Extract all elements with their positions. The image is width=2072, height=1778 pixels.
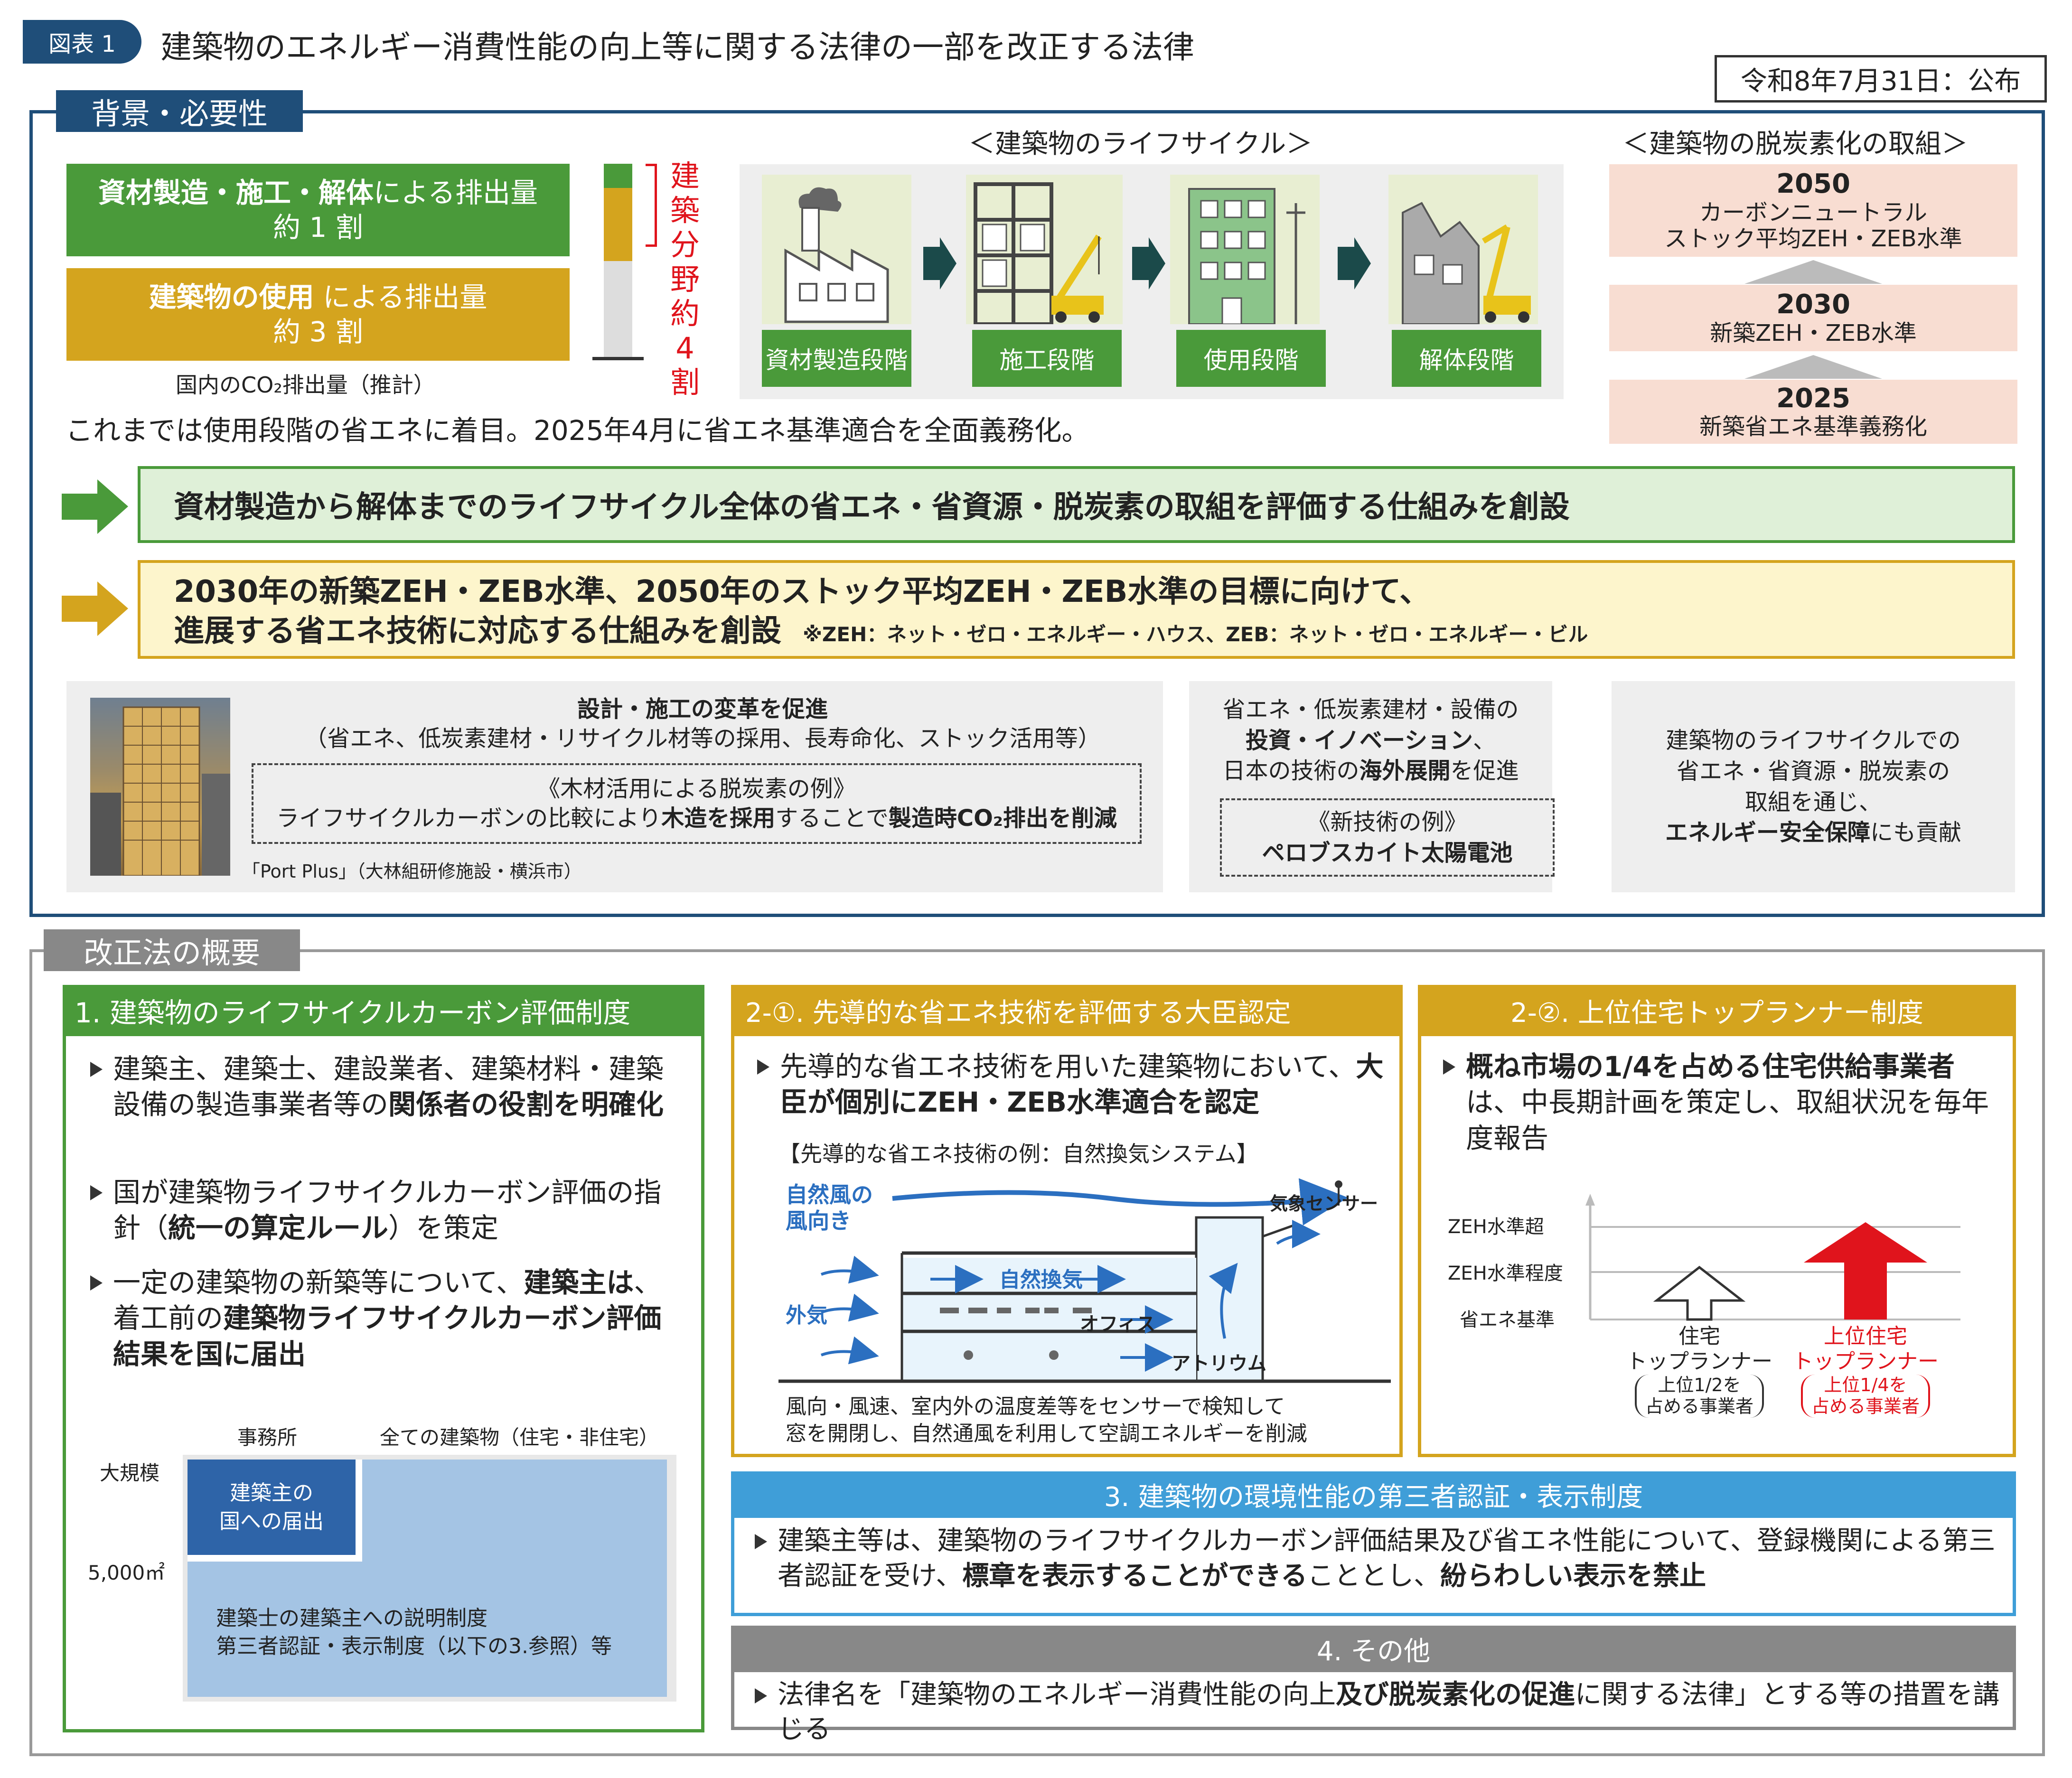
building-photo-icon bbox=[90, 706, 230, 877]
section3-title: 3. 建築物の環境性能の第三者認証・表示制度 bbox=[731, 1471, 2016, 1518]
section21-title: 2-①. 先導的な省エネ技術を評価する大臣認定 bbox=[731, 985, 1403, 1036]
s1-chart-row1: 大規模 bbox=[100, 1461, 160, 1485]
lifecycle-title: ＜建築物のライフサイクル＞ bbox=[968, 129, 1313, 159]
bar-segment-green bbox=[604, 164, 632, 188]
decarb-2025: 2025 新築省エネ基準義務化 bbox=[1609, 380, 2017, 444]
info1-text: 設計・施工の変革を促進 （省エネ、低炭素建材・リサイクル材等の採用、長寿命化、ス… bbox=[304, 695, 1101, 752]
factory-icon bbox=[784, 187, 889, 323]
bar-baseline bbox=[592, 357, 644, 360]
s1-chart-col2: 全ての建築物（住宅・非住宅） bbox=[380, 1426, 659, 1449]
bullet-icon bbox=[757, 1059, 769, 1075]
crane-building-icon bbox=[974, 182, 1104, 326]
new-tech-box: 《新技術の例》 ペロブスカイト太陽電池 bbox=[1220, 798, 1555, 877]
arrow-right-gold-icon bbox=[62, 581, 128, 636]
background-note: これまでは使用段階の省エネに着目。2025年4月に省エネ基準適合を全面義務化。 bbox=[66, 414, 1089, 447]
toprunner-chart bbox=[1585, 1194, 1960, 1321]
office-building-icon bbox=[1188, 188, 1305, 325]
bar-caption: 国内のCO₂排出量（推計） bbox=[176, 372, 435, 398]
page-title: 建築物のエネルギー消費性能の向上等に関する法律の一部を改正する法律 bbox=[160, 29, 1194, 66]
arrow-up-icon bbox=[1744, 355, 1882, 379]
atrium-label: アトリウム bbox=[1172, 1353, 1266, 1375]
decarb-title: ＜建築物の脱炭素化の取組＞ bbox=[1622, 129, 1968, 159]
decarb-2030: 2030 新築ZEH・ZEB水準 bbox=[1609, 285, 2017, 351]
natural-vent-label: 自然換気 bbox=[999, 1268, 1083, 1292]
stage-factory bbox=[762, 175, 911, 324]
demolition-icon bbox=[1402, 202, 1531, 325]
bullet-icon bbox=[755, 1534, 767, 1549]
outside-air-label: 外気 bbox=[786, 1303, 827, 1328]
s1-chart-row2: 5,000㎡ bbox=[88, 1561, 165, 1584]
arrow-right-icon bbox=[1132, 237, 1165, 290]
arrow-right-green-icon bbox=[62, 479, 128, 534]
s21-bullet-1: 先導的な省エネ技術を用いた建築物において、大臣が個別にZEH・ZEB水準適合を認… bbox=[757, 1049, 1388, 1121]
arrow-up-icon bbox=[1744, 260, 1882, 284]
green-callout: 資材製造から解体までのライフサイクル全体の省エネ・省資源・脱炭素の取組を評価する… bbox=[138, 466, 2015, 543]
info3-text: 建築物のライフサイクルでの 省エネ・省資源・脱炭素の 取組を通じ、 エネルギー安… bbox=[1665, 727, 1962, 846]
bar-segment-yellow bbox=[604, 188, 632, 261]
wood-example-box: 《木材活用による脱炭素の例》 ライフサイクルカーボンの比較により木造を採用するこ… bbox=[252, 763, 1142, 844]
stage-use bbox=[1170, 175, 1320, 325]
s22-bullet-1: 概ね市場の1/4を占める住宅供給事業者は、中長期計画を策定し、取組状況を毎年度報… bbox=[1443, 1049, 2003, 1156]
photo-caption: 「Port Plus」（大林組研修施設・横浜市） bbox=[242, 861, 582, 882]
emission-bar bbox=[604, 164, 632, 358]
background-section-label: 背景・必要性 bbox=[56, 90, 303, 132]
section4-title: 4. その他 bbox=[731, 1626, 2016, 1672]
s21-example: 【先導的な省エネ技術の例：自然換気システム】 bbox=[778, 1141, 1258, 1167]
toprunner-label: 住宅 トップランナー 上位1/2を 占める事業者 bbox=[1626, 1324, 1772, 1418]
s1-bullet-3: 一定の建築物の新築等について、建築主は、着工前の建築物ライフサイクルカーボン評価… bbox=[90, 1265, 684, 1372]
bar-bracket bbox=[646, 164, 657, 247]
bullet-icon bbox=[90, 1275, 103, 1291]
decarb-2050: 2050 カーボンニュートラル ストック平均ZEH・ZEB水準 bbox=[1609, 164, 2017, 257]
s1-chart-light-text: 建築士の建築主への説明制度 第三者認証・表示制度（以下の3.参照）等 bbox=[216, 1606, 612, 1659]
bullet-icon bbox=[755, 1688, 767, 1703]
overview-section-label: 改正法の概要 bbox=[44, 929, 300, 971]
emission-box-use: 建築物の使用 による排出量 約 3 割 bbox=[66, 268, 570, 361]
vertical-label: 建築分野約4割 bbox=[670, 159, 700, 400]
stage-label-use: 使用段階 bbox=[1176, 330, 1326, 387]
section1-title: 1. 建築物のライフサイクルカーボン評価制度 bbox=[63, 985, 704, 1036]
sensor-label: 気象センサー bbox=[1270, 1193, 1378, 1214]
s1-bullet-2: 国が建築物ライフサイクルカーボン評価の指針（統一の算定ルール）を策定 bbox=[90, 1175, 684, 1246]
bullet-icon bbox=[90, 1062, 103, 1077]
promulgation-date: 令和8年7月31日：公布 bbox=[1715, 55, 2047, 103]
arrow-right-icon bbox=[923, 237, 956, 290]
port-plus-photo bbox=[90, 698, 230, 877]
s4-bullet-1: 法律名を「建築物のエネルギー消費性能の向上及び脱炭素化の促進に関する法律」とする… bbox=[755, 1678, 2003, 1747]
s21-caption: 風向・風速、室内外の温度差等をセンサーで検知して 窓を開閉し、自然通風を利用して… bbox=[786, 1394, 1307, 1446]
level-base: 省エネ基準 bbox=[1460, 1309, 1555, 1331]
emission-box-construction: 資材製造・施工・解体による排出量 約 1 割 bbox=[66, 164, 570, 256]
stage-construction bbox=[966, 175, 1123, 326]
stage-label-construction: 施工段階 bbox=[972, 330, 1122, 387]
upper-toprunner-label: 上位住宅 トップランナー 上位1/4を 占める事業者 bbox=[1792, 1324, 1939, 1418]
bullet-icon bbox=[1443, 1059, 1455, 1075]
office-label: オフィス bbox=[1080, 1313, 1156, 1335]
info2-text: 省エネ・低炭素建材・設備の 投資・イノベーション、 日本の技術の海外展開を促進 bbox=[1222, 696, 1519, 785]
level-zeh-plus: ZEH水準超 bbox=[1448, 1216, 1544, 1238]
level-zeh: ZEH水準程度 bbox=[1448, 1263, 1563, 1284]
s1-bullet-1: 建築主、建築士、建設業者、建築材料・建築設備の製造事業者等の関係者の役割を明確化 bbox=[90, 1051, 684, 1123]
s1-chart-col1: 事務所 bbox=[237, 1426, 298, 1449]
s1-chart-dark: 建築主の 国への届出 bbox=[188, 1460, 362, 1562]
yellow-callout: 2030年の新築ZEH・ZEB水準、2050年のストック平均ZEH・ZEB水準の… bbox=[138, 560, 2015, 659]
stage-label-demolition: 解体段階 bbox=[1392, 330, 1541, 387]
figure-badge: 図表 1 bbox=[23, 20, 141, 64]
stage-label-material: 資材製造段階 bbox=[762, 330, 911, 387]
wind-label: 自然風の 風向き bbox=[786, 1182, 873, 1234]
stage-demolition bbox=[1388, 175, 1538, 325]
section22-title: 2-②. 上位住宅トップランナー制度 bbox=[1418, 985, 2016, 1036]
arrow-right-icon bbox=[1338, 237, 1371, 290]
s3-bullet-1: 建築主等は、建築物のライフサイクルカーボン評価結果及び省エネ性能について、登録機… bbox=[755, 1524, 2003, 1594]
bullet-icon bbox=[90, 1185, 103, 1200]
